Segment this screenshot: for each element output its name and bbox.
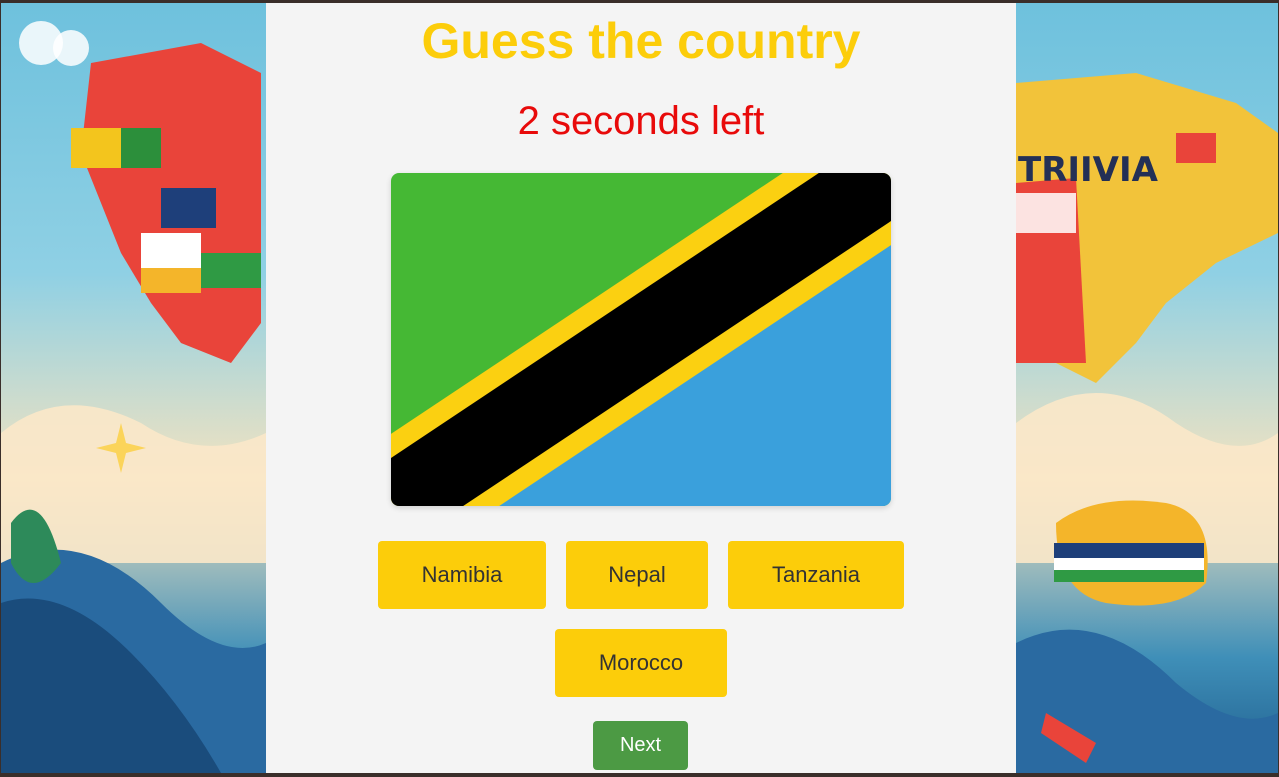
world-map-illustration-right: TRIIVIA bbox=[1016, 73, 1278, 773]
countdown-timer: 2 seconds left bbox=[517, 99, 765, 143]
answer-button-tanzania[interactable]: Tanzania bbox=[728, 541, 904, 609]
tanzania-flag-icon bbox=[391, 173, 891, 506]
answer-button-namibia[interactable]: Namibia bbox=[378, 541, 546, 609]
quiz-panel: Guess the country 2 seconds left Namibia… bbox=[266, 3, 1016, 773]
answer-button-morocco[interactable]: Morocco bbox=[555, 629, 727, 697]
answer-button-nepal[interactable]: Nepal bbox=[566, 541, 708, 609]
right-background-illustration: TRIIVIA bbox=[1016, 3, 1278, 773]
answer-options-row-2: Morocco bbox=[266, 629, 1016, 697]
world-map-illustration-left bbox=[1, 21, 266, 773]
trivia-banner-text: TRIIVIA bbox=[1018, 150, 1159, 190]
page-title: Guess the country bbox=[421, 13, 861, 69]
answer-options-row: Namibia Nepal Tanzania bbox=[266, 541, 1016, 609]
left-background-illustration bbox=[1, 3, 266, 773]
next-button[interactable]: Next bbox=[593, 721, 688, 770]
flag-image bbox=[391, 173, 891, 506]
